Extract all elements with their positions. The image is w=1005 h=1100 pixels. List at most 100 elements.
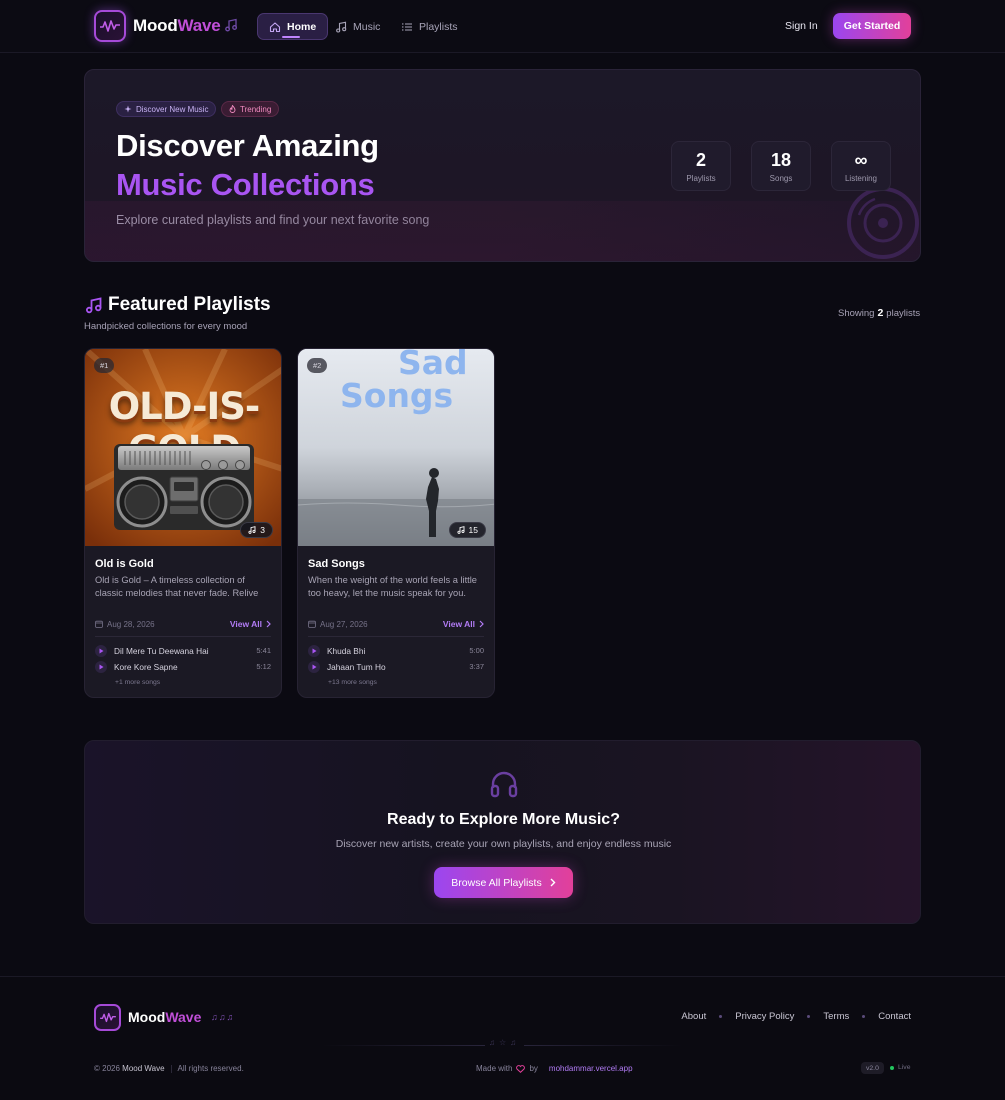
footer-brand-name[interactable]: MoodWave — [128, 1009, 201, 1025]
trending-badge: Trending — [221, 101, 280, 117]
hero-title: Discover Amazing — [116, 128, 379, 163]
song-name: Dil Mere Tu Deewana Hai — [114, 645, 209, 656]
brand-name[interactable]: MoodWave — [133, 16, 221, 36]
separator-dot — [807, 1015, 811, 1018]
rights-text: All rights reserved. — [177, 1064, 244, 1073]
showing-suffix: playlists — [886, 308, 921, 319]
discover-badge: Discover New Music — [116, 101, 217, 117]
sign-in-link[interactable]: Sign In — [785, 20, 818, 32]
footer-decoration: ♫☆♫ — [485, 1038, 525, 1047]
vinyl-disc-icon — [847, 187, 919, 259]
stat-value: ∞ — [854, 150, 868, 170]
rank-badge: #2 — [307, 358, 328, 373]
song-count: 15 — [468, 525, 478, 535]
song-name: Jahaan Tum Ho — [327, 661, 386, 672]
music-note-icon — [336, 21, 347, 33]
showing-prefix: Showing — [838, 308, 875, 319]
playlist-cover[interactable]: Sad Songs #2 15 — [298, 349, 494, 546]
author-link[interactable]: mohdammar.vercel.app — [549, 1064, 633, 1073]
footer-logo[interactable] — [94, 1004, 121, 1031]
music-note-icon — [248, 526, 256, 534]
playlist-meta: Aug 28, 2026 View All — [95, 618, 271, 630]
section-subtitle: Handpicked collections for every mood — [84, 321, 248, 332]
brand-logo[interactable] — [94, 10, 126, 42]
list-icon — [402, 22, 412, 31]
heart-icon — [516, 1064, 526, 1073]
copyright-brand: Mood Wave — [122, 1064, 165, 1073]
song-row[interactable]: Khuda Bhi 5:00 — [308, 644, 484, 657]
copyright-year: © 2026 — [94, 1064, 120, 1073]
by-text: by — [529, 1064, 538, 1073]
rank-badge: #1 — [94, 358, 115, 373]
stat-label: Listening — [844, 174, 878, 183]
stat-label: Songs — [769, 174, 793, 183]
view-all-link[interactable]: View All — [443, 619, 484, 629]
stat-label: Playlists — [686, 174, 716, 183]
waveform-icon — [99, 1012, 116, 1023]
showing-count: Showing 2 playlists — [838, 307, 920, 319]
song-duration: 5:00 — [469, 646, 484, 655]
hero-title-highlight: Music Collections — [116, 167, 375, 202]
version-badge: v2.0 — [861, 1062, 884, 1074]
footer-link-terms[interactable]: Terms — [823, 1011, 849, 1022]
chevron-right-icon — [479, 620, 484, 628]
chevron-right-icon — [266, 620, 271, 628]
home-icon — [269, 21, 281, 32]
more-songs-text: +13 more songs — [328, 679, 377, 686]
play-icon[interactable] — [308, 644, 320, 657]
chevron-right-icon — [550, 878, 556, 887]
playlist-date: Aug 27, 2026 — [308, 620, 368, 629]
song-count: 3 — [260, 525, 265, 535]
play-icon[interactable] — [308, 660, 320, 673]
view-all-link[interactable]: View All — [230, 619, 271, 629]
song-row[interactable]: Dil Mere Tu Deewana Hai 5:41 — [95, 644, 271, 657]
nav-tab-label: Playlists — [419, 20, 458, 33]
nav-tab-home[interactable]: Home — [257, 13, 329, 40]
divider — [308, 636, 484, 637]
song-row[interactable]: Jahaan Tum Ho 3:37 — [308, 660, 484, 673]
nav-tab-label: Home — [287, 20, 317, 33]
footer-link-contact[interactable]: Contact — [878, 1011, 911, 1022]
playlist-card[interactable]: Sad Songs #2 15 Sad Songs When the weigh… — [297, 348, 495, 698]
stat-listening: ∞ Listening — [831, 141, 891, 191]
song-name: Khuda Bhi — [327, 645, 366, 656]
stat-value: 2 — [695, 150, 706, 170]
showing-number: 2 — [877, 307, 884, 319]
date-text: Aug 27, 2026 — [320, 619, 368, 629]
made-with: Made with by mohdammar.vercel.app — [476, 1064, 633, 1073]
playlist-meta: Aug 27, 2026 View All — [308, 618, 484, 630]
top-navbar: MoodWave Home Music Playlists Sign In Ge… — [0, 0, 1005, 53]
playlist-title[interactable]: Old is Gold — [95, 558, 154, 570]
footer-links: About Privacy Policy Terms Contact — [681, 1011, 911, 1022]
cta-section: Ready to Explore More Music? Discover ne… — [84, 740, 921, 924]
footer-link-privacy[interactable]: Privacy Policy — [735, 1011, 794, 1022]
playlist-cover[interactable]: OLD-IS-GOLD #1 — [85, 349, 281, 546]
play-icon[interactable] — [95, 660, 107, 673]
discover-badge-label: Discover New Music — [136, 104, 209, 114]
nav-tab-playlists[interactable]: Playlists — [390, 13, 469, 40]
copyright: © 2026 Mood Wave All rights reserved. — [94, 1064, 244, 1073]
playlist-title[interactable]: Sad Songs — [308, 558, 365, 570]
song-row[interactable]: Kore Kore Sapne 5:12 — [95, 660, 271, 673]
music-note-icon — [225, 18, 238, 32]
music-note-icon — [456, 526, 465, 534]
hero-subtitle: Explore curated playlists and find your … — [116, 213, 430, 227]
playlist-card[interactable]: OLD-IS-GOLD #1 — [84, 348, 282, 698]
live-status: Live — [890, 1064, 910, 1071]
get-started-button[interactable]: Get Started — [833, 13, 911, 39]
nav-tab-music[interactable]: Music — [324, 13, 391, 40]
footer: MoodWave ♫♫♫ About Privacy Policy Terms … — [0, 976, 1005, 1100]
browse-all-playlists-button[interactable]: Browse All Playlists — [434, 867, 573, 898]
view-all-label: View All — [442, 619, 475, 629]
play-icon[interactable] — [95, 644, 107, 657]
section-title: Featured Playlists — [108, 294, 271, 315]
footer-link-about[interactable]: About — [681, 1011, 706, 1022]
view-all-label: View All — [229, 619, 262, 629]
song-count-badge: 3 — [240, 522, 273, 538]
song-name: Kore Kore Sapne — [114, 661, 178, 672]
flame-icon — [229, 105, 236, 113]
playlist-date: Aug 28, 2026 — [95, 620, 155, 629]
cover-title-line2: Songs — [340, 376, 454, 415]
music-notes-icon: ♫♫♫ — [211, 1012, 235, 1022]
made-with-text: Made with — [476, 1064, 513, 1073]
